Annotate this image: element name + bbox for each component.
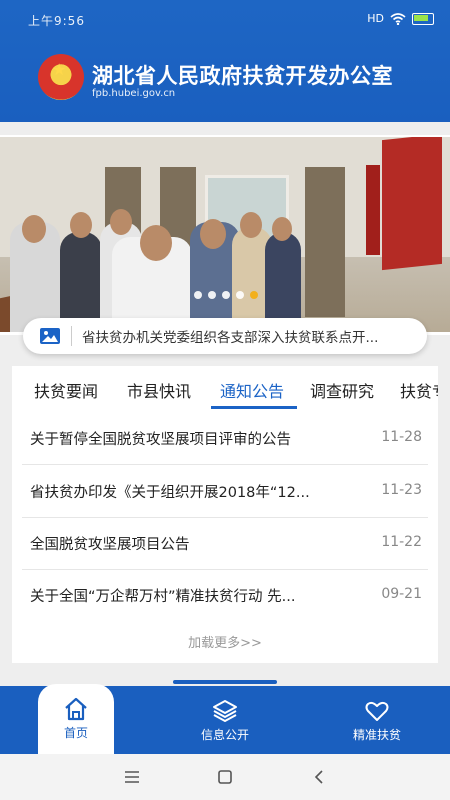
notice-bar[interactable]: 省扶贫办机关党委组织各支部深入扶贫联系点开...	[23, 318, 427, 354]
tab-precise-poverty[interactable]: 精准扶贫	[335, 686, 419, 754]
status-time: 上午9:56	[28, 14, 85, 28]
wifi-icon	[390, 12, 406, 25]
site-title: 湖北省人民政府扶贫开发办公室	[92, 64, 393, 88]
news-date: 11-22	[381, 534, 422, 550]
heart-icon	[365, 701, 389, 721]
home-icon	[65, 697, 87, 721]
tab-home[interactable]: 首页	[38, 684, 114, 754]
news-title: 全国脱贫攻坚展项目公告	[30, 537, 190, 553]
news-row[interactable]: 关于暂停全国脱贫攻坚展项目评审的公告 11-28	[22, 412, 428, 465]
home-square-icon[interactable]	[215, 768, 235, 786]
status-icons: HD	[367, 12, 434, 25]
app-header: 上午9:56 HD 湖北省人民政府扶贫开发办公室 fpb.hubei.gov.c…	[0, 0, 450, 122]
tab-active-underline	[211, 406, 297, 409]
news-card: 扶贫要闻 市县快讯 通知公告 调查研究 扶贫专 关于暂停全国脱贫攻坚展项目评审的…	[12, 366, 438, 663]
signal-icon: HD	[367, 12, 384, 25]
news-date: 09-21	[381, 586, 422, 602]
news-title: 关于暂停全国脱贫攻坚展项目评审的公告	[30, 432, 291, 448]
tab-poverty-special[interactable]: 扶贫专	[400, 378, 438, 402]
news-title: 关于全国“万企帮万村”精准扶贫行动 先...	[30, 589, 296, 605]
layers-icon	[213, 700, 237, 722]
scroll-indicator	[173, 680, 277, 684]
load-more-link[interactable]: 加载更多>>	[12, 632, 438, 651]
tab-research[interactable]: 调查研究	[310, 378, 374, 402]
tab-home-label: 首页	[63, 726, 88, 740]
carousel-indicator[interactable]	[194, 291, 258, 299]
carousel-dot[interactable]	[208, 291, 216, 299]
news-row[interactable]: 省扶贫办印发《关于组织开展2018年“12... 11-23	[22, 465, 428, 518]
carousel-dot[interactable]	[194, 291, 202, 299]
news-row[interactable]: 全国脱贫攻坚展项目公告 11-22	[22, 517, 428, 570]
system-nav-bar	[0, 754, 450, 800]
tab-info-public[interactable]: 信息公开	[185, 686, 265, 754]
status-bar: 上午9:56 HD	[0, 0, 450, 40]
national-emblem-logo	[38, 54, 84, 100]
news-tabs: 扶贫要闻 市县快讯 通知公告 调查研究 扶贫专	[12, 366, 438, 410]
tab-info-label: 信息公开	[200, 728, 249, 742]
news-date: 11-28	[381, 429, 422, 445]
news-title: 省扶贫办印发《关于组织开展2018年“12...	[30, 485, 310, 501]
tab-poverty-label: 精准扶贫	[352, 728, 401, 742]
back-icon[interactable]	[310, 768, 330, 786]
news-date: 11-23	[381, 482, 422, 498]
banner-image[interactable]	[0, 137, 450, 332]
tab-notices[interactable]: 通知公告	[220, 378, 284, 402]
news-row[interactable]: 关于全国“万企帮万村”精准扶贫行动 先... 09-21	[22, 569, 428, 621]
divider	[71, 326, 72, 346]
menu-icon[interactable]	[122, 768, 142, 786]
tab-county-news[interactable]: 市县快讯	[127, 378, 191, 402]
battery-icon	[412, 12, 434, 25]
carousel-dot[interactable]	[236, 291, 244, 299]
tab-poverty-news[interactable]: 扶贫要闻	[34, 378, 98, 402]
bottom-tabbar: 首页 信息公开 精准扶贫	[0, 684, 450, 754]
image-icon	[40, 328, 60, 344]
notice-text[interactable]: 省扶贫办机关党委组织各支部深入扶贫联系点开...	[82, 326, 422, 346]
site-url: fpb.hubei.gov.cn	[92, 88, 176, 99]
carousel-dot[interactable]	[222, 291, 230, 299]
party-flag	[382, 137, 442, 271]
carousel-dot-active[interactable]	[250, 291, 258, 299]
